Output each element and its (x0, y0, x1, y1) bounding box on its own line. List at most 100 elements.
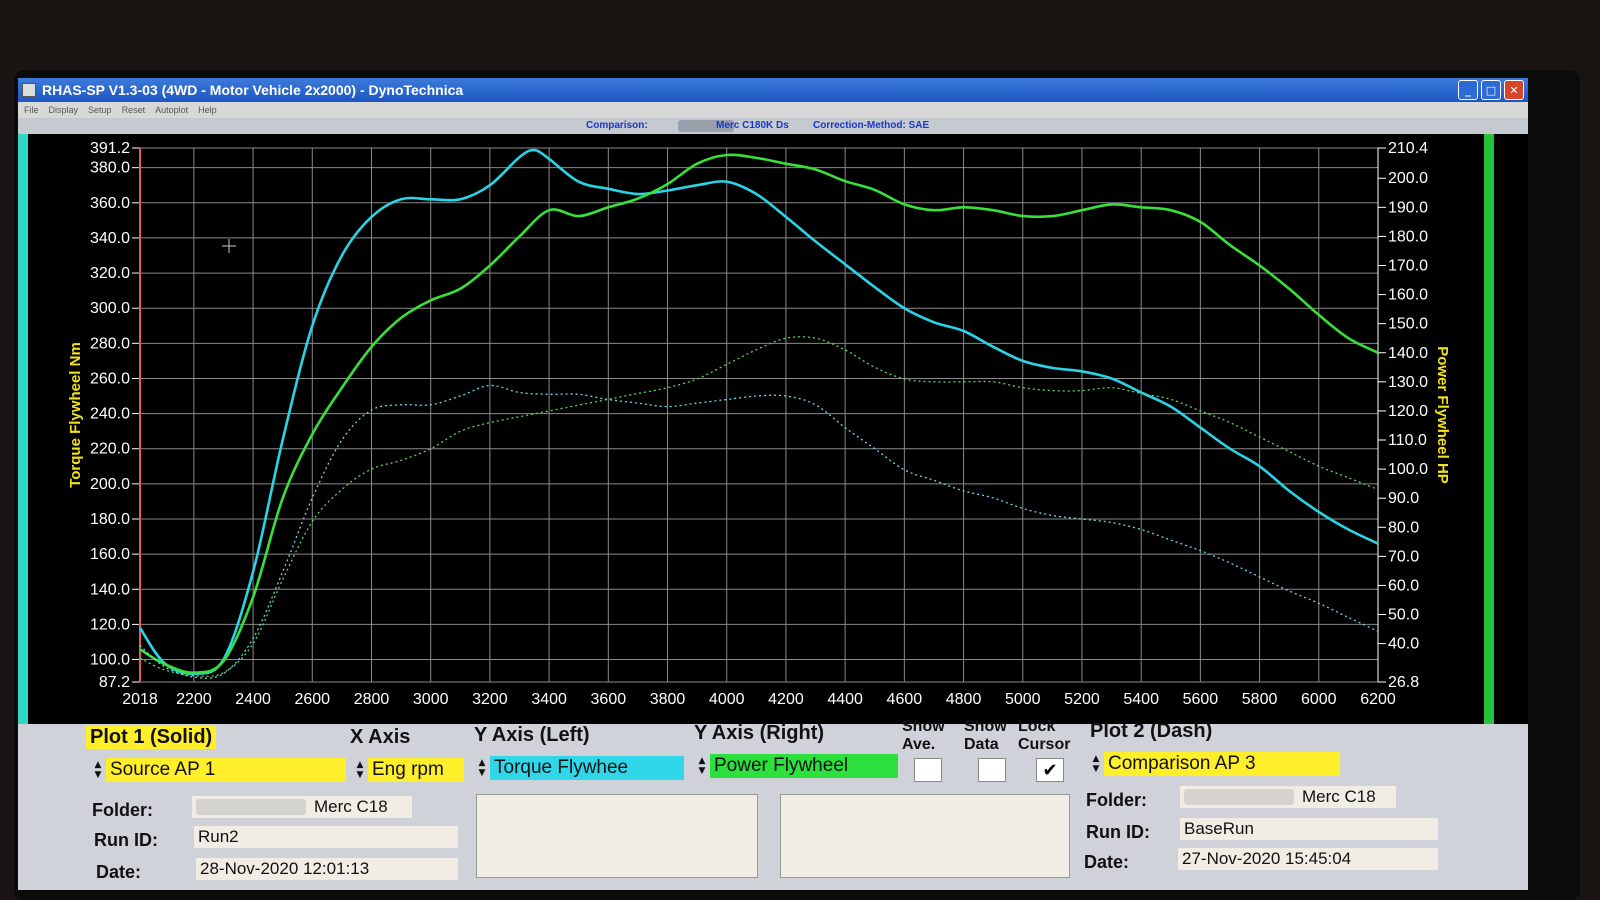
y2-tick-label: 130.0 (1388, 374, 1428, 391)
x-tick-label: 3400 (531, 691, 567, 708)
yright-header: Y Axis (Right) (694, 722, 825, 744)
plot-area[interactable]: 2018 2200 2400 2600 2800 3000 3200 3400 3600 3800… (18, 134, 1528, 724)
x-tick-label: 6200 (1360, 691, 1396, 708)
y-tick-label: 340.0 (90, 230, 130, 247)
spin-up-icon[interactable]: ▲ (357, 760, 364, 770)
plot1-folder-label: Folder: (92, 800, 153, 820)
control-panel: Plot 1 (Solid) X Axis Y Axis (Left) Y Ax… (18, 718, 1528, 890)
right-axis-color-bar (1484, 134, 1494, 724)
menu-autoplot[interactable]: Autoplot (155, 105, 188, 115)
source-spinner[interactable]: ▲ ▼ (92, 758, 104, 782)
yleft-spinner[interactable]: ▲ ▼ (476, 756, 488, 780)
series-line-4 (139, 336, 1379, 677)
y2-tick-label: 180.0 (1388, 228, 1428, 245)
show-data-label-2: Data (964, 736, 999, 753)
redacted-text (196, 799, 306, 815)
y2-tick-label: 160.0 (1388, 287, 1428, 304)
spin-up-icon[interactable]: ▲ (479, 758, 486, 768)
show-data-checkbox[interactable] (978, 758, 1006, 782)
y-tick-label: 120.0 (90, 616, 130, 633)
menu-file[interactable]: File (24, 105, 39, 115)
plot2-date-field[interactable]: 27-Nov-2020 15:45:04 (1178, 848, 1438, 870)
minimize-icon[interactable]: _ (1458, 80, 1478, 100)
plot1-folder-field[interactable]: Merc C18 (192, 796, 412, 818)
x-tick-label: 3800 (650, 691, 686, 708)
title-bar[interactable]: RHAS-SP V1.3-03 (4WD - Motor Vehicle 2x2… (18, 78, 1528, 102)
plot2-folder-field[interactable]: Merc C18 (1180, 786, 1396, 808)
xaxis-spinner[interactable]: ▲ ▼ (354, 758, 366, 782)
y2-tick-label: 140.0 (1388, 345, 1428, 362)
x-tick-label: 3200 (472, 691, 508, 708)
plot2-folder-label: Folder: (1086, 790, 1147, 810)
y-tick-label: 140.0 (90, 581, 130, 598)
app-icon (22, 83, 36, 97)
plot1-notes-box[interactable] (476, 794, 758, 878)
comparison-select[interactable]: Comparison AP 3 (1104, 752, 1340, 776)
plot1-runid-field[interactable]: Run2 (194, 826, 458, 848)
x-tick-label: 5000 (1005, 691, 1041, 708)
x-tick-label: 6000 (1301, 691, 1337, 708)
spin-down-icon[interactable]: ▼ (1093, 764, 1100, 774)
menu-setup[interactable]: Setup (88, 105, 112, 115)
close-icon[interactable]: ✕ (1504, 80, 1524, 100)
plot2-runid-field[interactable]: BaseRun (1180, 818, 1438, 840)
plot1-runid-label: Run ID: (94, 830, 158, 850)
spin-up-icon[interactable]: ▲ (95, 760, 102, 770)
plot2-date-label: Date: (1084, 852, 1130, 872)
y-tick-label: 280.0 (90, 335, 130, 352)
maximize-icon[interactable]: □ (1481, 80, 1501, 100)
y2-tick-label: 40.0 (1388, 636, 1419, 653)
xaxis-select[interactable]: Eng rpm (368, 758, 464, 782)
y-tick-label: 300.0 (90, 300, 130, 317)
menu-display[interactable]: Display (49, 105, 79, 115)
y2-tick-label: 210.4 (1388, 140, 1428, 157)
spin-up-icon[interactable]: ▲ (1093, 754, 1100, 764)
lock-cursor-label-1: Lock (1018, 718, 1056, 735)
x-tick-label: 5200 (1064, 691, 1100, 708)
spin-up-icon[interactable]: ▲ (699, 756, 706, 766)
show-ave-checkbox[interactable] (914, 758, 942, 782)
y-tick-label: 100.0 (90, 652, 130, 669)
plot2-header: Plot 2 (Dash) (1090, 720, 1213, 742)
menu-help[interactable]: Help (198, 105, 217, 115)
xaxis-header: X Axis (350, 726, 411, 748)
plot1-date-field[interactable]: 28-Nov-2020 12:01:13 (196, 858, 458, 880)
spin-down-icon[interactable]: ▼ (699, 766, 706, 776)
yright-spinner[interactable]: ▲ ▼ (696, 754, 708, 778)
menu-reset[interactable]: Reset (122, 105, 146, 115)
spin-down-icon[interactable]: ▼ (357, 770, 364, 780)
y-tick-label: 200.0 (90, 476, 130, 493)
show-data-label-1: Show (964, 718, 1007, 735)
y-axis-title: Torque Flywheel Nm (67, 342, 84, 488)
y2-tick-label: 70.0 (1388, 548, 1419, 565)
y-tick-label: 87.2 (99, 674, 130, 691)
plot2-folder-value: Merc C18 (1302, 787, 1376, 806)
dyno-chart[interactable]: 2018 2200 2400 2600 2800 3000 3200 3400 3600 3800… (18, 134, 1528, 724)
y2-tick-label: 150.0 (1388, 316, 1428, 333)
show-ave-label-2: Ave. (902, 736, 936, 753)
left-axis-color-bar (18, 134, 28, 724)
x-tick-label: 4200 (768, 691, 804, 708)
lock-cursor-checkbox[interactable]: ✔ (1036, 758, 1064, 782)
x-tick-label: 5400 (1123, 691, 1159, 708)
window-title: RHAS-SP V1.3-03 (4WD - Motor Vehicle 2x2… (42, 82, 464, 98)
y2-tick-label: 200.0 (1388, 170, 1428, 187)
spin-down-icon[interactable]: ▼ (95, 770, 102, 780)
plot2-notes-box[interactable] (780, 794, 1070, 878)
show-ave-label-1: Show (902, 718, 945, 735)
x-tick-label: 2018 (122, 691, 158, 708)
window-controls: _ □ ✕ (1458, 80, 1524, 100)
comparison-spinner[interactable]: ▲ ▼ (1090, 752, 1102, 776)
y2-tick-label: 50.0 (1388, 607, 1419, 624)
app-window: RHAS-SP V1.3-03 (4WD - Motor Vehicle 2x2… (18, 78, 1528, 890)
y-tick-label: 160.0 (90, 546, 130, 563)
info-bar: Comparison: Merc C180K Ds Correction-Met… (18, 118, 1528, 134)
lock-cursor-label-2: Cursor (1018, 736, 1071, 753)
source-select[interactable]: Source AP 1 (106, 758, 346, 782)
yright-select[interactable]: Power Flywheel (710, 754, 898, 778)
y2-tick-label: 26.8 (1388, 674, 1419, 691)
x-tick-label: 3000 (413, 691, 449, 708)
x-tick-label: 4000 (709, 691, 745, 708)
yleft-select[interactable]: Torque Flywhee (490, 756, 684, 780)
spin-down-icon[interactable]: ▼ (479, 768, 486, 778)
